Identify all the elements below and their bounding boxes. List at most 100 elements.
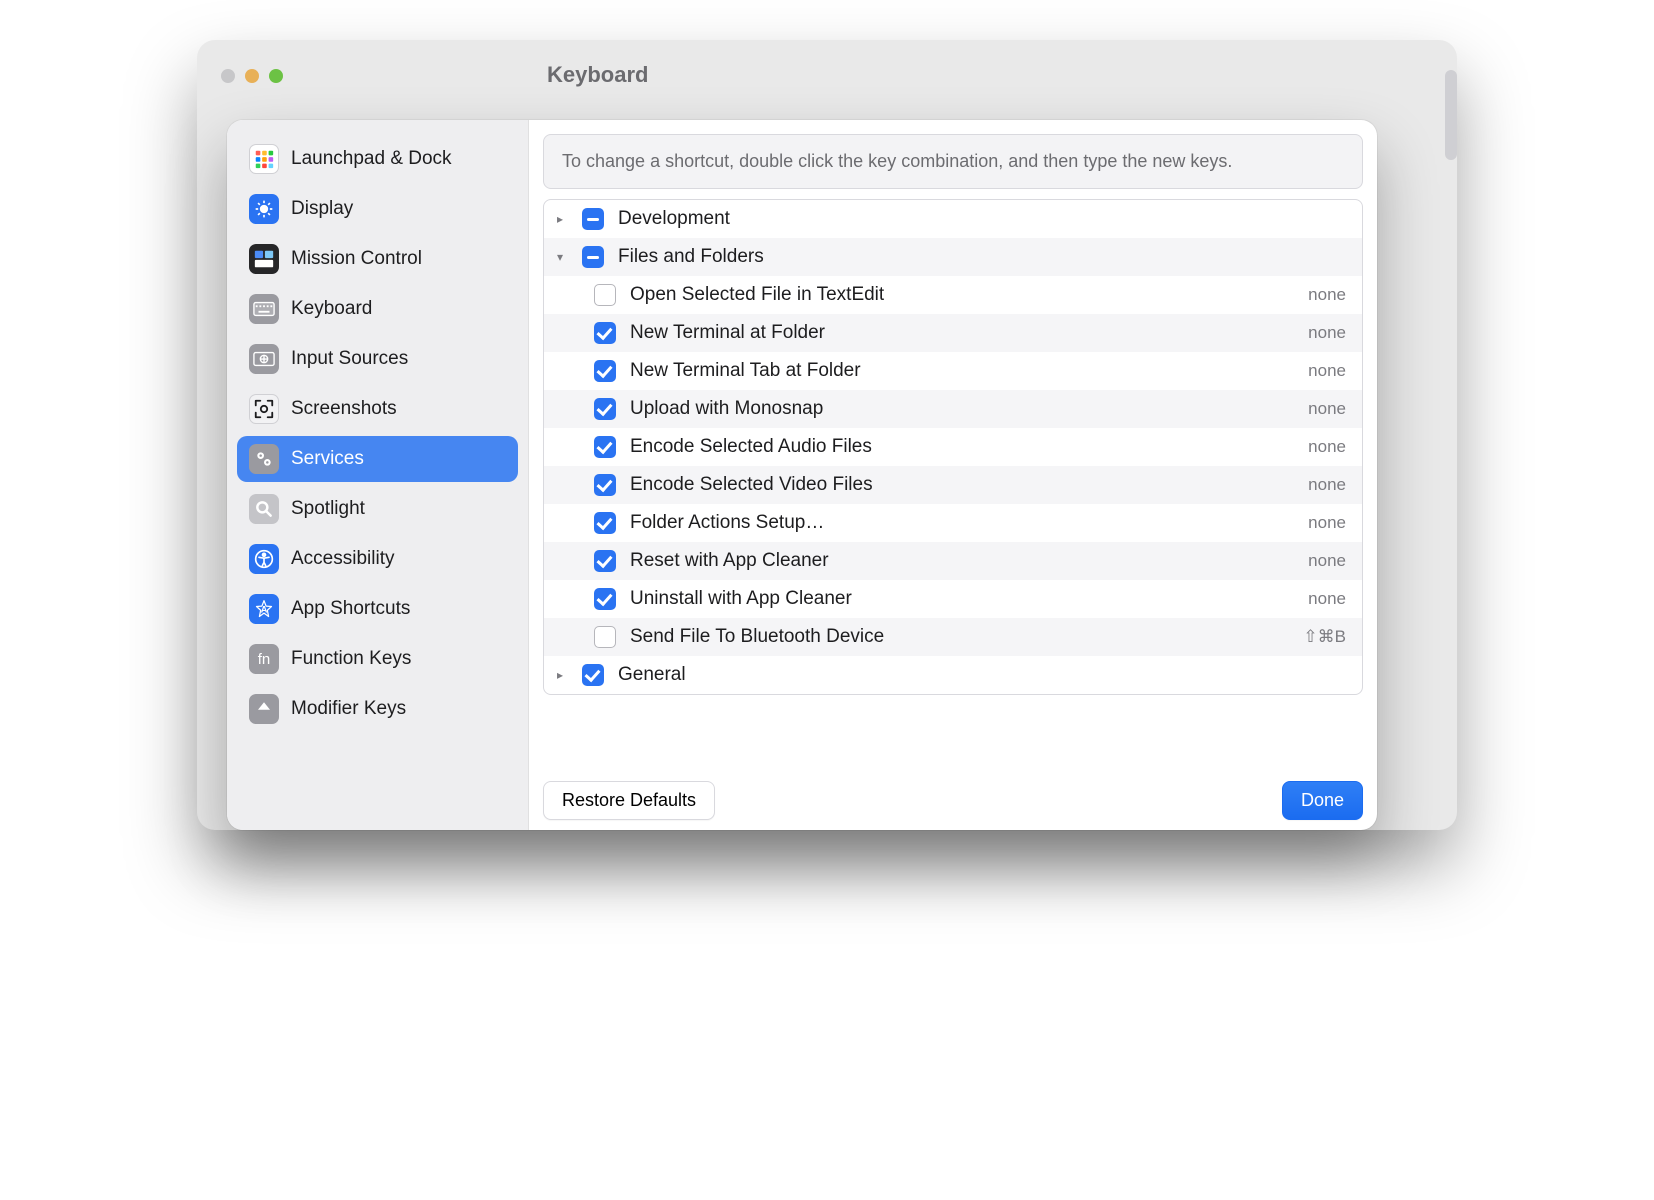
category-label: Development — [618, 208, 1346, 230]
sidebar-item-label: Services — [291, 448, 364, 470]
category-row[interactable]: ▸ Development — [544, 200, 1362, 238]
service-shortcut[interactable]: none — [1308, 475, 1346, 495]
content-pane: To change a shortcut, double click the k… — [529, 120, 1377, 830]
sidebar-item-label: Mission Control — [291, 248, 422, 270]
service-label: Reset with App Cleaner — [630, 550, 1294, 572]
mission-icon — [249, 244, 279, 274]
sidebar-item-spotlight[interactable]: Spotlight — [237, 486, 518, 532]
service-row[interactable]: Open Selected File in TextEdit none — [544, 276, 1362, 314]
keyboard-icon — [249, 294, 279, 324]
scroll-area: To change a shortcut, double click the k… — [529, 120, 1377, 770]
accessibility-icon — [249, 544, 279, 574]
sidebar-item-services[interactable]: Services — [237, 436, 518, 482]
service-row[interactable]: Upload with Monosnap none — [544, 390, 1362, 428]
category-checkbox[interactable] — [582, 246, 604, 268]
service-checkbox[interactable] — [594, 322, 616, 344]
sidebar-item-label: Accessibility — [291, 548, 394, 570]
fn-icon: fn — [249, 644, 279, 674]
sidebar-item-display[interactable]: Display — [237, 186, 518, 232]
service-label: Upload with Monosnap — [630, 398, 1294, 420]
scrollbar-thumb[interactable] — [1445, 70, 1457, 160]
service-row[interactable]: Send File To Bluetooth Device ⇧⌘B — [544, 618, 1362, 656]
sidebar-item-launchpad[interactable]: Launchpad & Dock — [237, 136, 518, 182]
category-row[interactable]: ▸ General — [544, 656, 1362, 694]
done-button[interactable]: Done — [1282, 781, 1363, 820]
sidebar-item-label: Spotlight — [291, 498, 365, 520]
helper-text: To change a shortcut, double click the k… — [543, 134, 1363, 189]
launchpad-icon — [249, 144, 279, 174]
service-row[interactable]: Reset with App Cleaner none — [544, 542, 1362, 580]
service-row[interactable]: New Terminal Tab at Folder none — [544, 352, 1362, 390]
service-checkbox[interactable] — [594, 474, 616, 496]
sidebar-item-accessibility[interactable]: Accessibility — [237, 536, 518, 582]
service-shortcut[interactable]: none — [1308, 551, 1346, 571]
sidebar-item-label: Display — [291, 198, 353, 220]
chevron-right-icon[interactable]: ▸ — [552, 212, 568, 226]
shortcut-list: ▸ Development ▾ Files and Folders Open S… — [543, 199, 1363, 695]
service-checkbox[interactable] — [594, 588, 616, 610]
category-row[interactable]: ▾ Files and Folders — [544, 238, 1362, 276]
display-icon — [249, 194, 279, 224]
category-checkbox[interactable] — [582, 664, 604, 686]
service-row[interactable]: Folder Actions Setup… none — [544, 504, 1362, 542]
service-row[interactable]: New Terminal at Folder none — [544, 314, 1362, 352]
sidebar-item-label: Launchpad & Dock — [291, 148, 452, 170]
sidebar-item-input[interactable]: Input Sources — [237, 336, 518, 382]
service-checkbox[interactable] — [594, 436, 616, 458]
screenshot-icon — [249, 394, 279, 424]
service-row[interactable]: Encode Selected Audio Files none — [544, 428, 1362, 466]
service-shortcut[interactable]: none — [1308, 361, 1346, 381]
service-row[interactable]: Encode Selected Video Files none — [544, 466, 1362, 504]
service-checkbox[interactable] — [594, 512, 616, 534]
service-checkbox[interactable] — [594, 360, 616, 382]
service-shortcut[interactable]: none — [1308, 323, 1346, 343]
maximize-button[interactable] — [269, 69, 283, 83]
sidebar-item-screenshot[interactable]: Screenshots — [237, 386, 518, 432]
category-label: General — [618, 664, 1346, 686]
restore-defaults-button[interactable]: Restore Defaults — [543, 781, 715, 820]
service-label: New Terminal Tab at Folder — [630, 360, 1294, 382]
sidebar-item-label: Screenshots — [291, 398, 397, 420]
sidebar-item-mission[interactable]: Mission Control — [237, 236, 518, 282]
service-shortcut[interactable]: none — [1308, 285, 1346, 305]
sidebar-item-label: App Shortcuts — [291, 598, 410, 620]
service-shortcut[interactable]: ⇧⌘B — [1303, 627, 1346, 647]
sidebar-item-fn[interactable]: fn Function Keys — [237, 636, 518, 682]
service-shortcut[interactable]: none — [1308, 437, 1346, 457]
service-checkbox[interactable] — [594, 626, 616, 648]
close-button[interactable] — [221, 69, 235, 83]
service-label: Send File To Bluetooth Device — [630, 626, 1289, 648]
service-shortcut[interactable]: none — [1308, 399, 1346, 419]
shortcuts-sheet: Launchpad & Dock Display Mission Control… — [227, 120, 1377, 830]
category-label: Files and Folders — [618, 246, 1346, 268]
service-label: Folder Actions Setup… — [630, 512, 1294, 534]
spotlight-icon — [249, 494, 279, 524]
appshort-icon: A — [249, 594, 279, 624]
sidebar-item-label: Function Keys — [291, 648, 411, 670]
service-label: Open Selected File in TextEdit — [630, 284, 1294, 306]
service-checkbox[interactable] — [594, 284, 616, 306]
service-label: Encode Selected Video Files — [630, 474, 1294, 496]
service-shortcut[interactable]: none — [1308, 589, 1346, 609]
sidebar-item-appshort[interactable]: A App Shortcuts — [237, 586, 518, 632]
sidebar-item-label: Modifier Keys — [291, 698, 406, 720]
service-checkbox[interactable] — [594, 550, 616, 572]
service-label: Uninstall with App Cleaner — [630, 588, 1294, 610]
service-row[interactable]: Uninstall with App Cleaner none — [544, 580, 1362, 618]
service-label: New Terminal at Folder — [630, 322, 1294, 344]
category-checkbox[interactable] — [582, 208, 604, 230]
titlebar — [197, 40, 1457, 112]
services-icon — [249, 444, 279, 474]
sidebar-item-label: Input Sources — [291, 348, 408, 370]
chevron-right-icon[interactable]: ▸ — [552, 668, 568, 682]
traffic-lights — [221, 69, 283, 83]
sidebar-item-label: Keyboard — [291, 298, 372, 320]
minimize-button[interactable] — [245, 69, 259, 83]
chevron-down-icon[interactable]: ▾ — [552, 250, 568, 264]
sidebar-item-keyboard[interactable]: Keyboard — [237, 286, 518, 332]
sidebar: Launchpad & Dock Display Mission Control… — [227, 120, 529, 830]
service-shortcut[interactable]: none — [1308, 513, 1346, 533]
input-icon — [249, 344, 279, 374]
sidebar-item-modifier[interactable]: Modifier Keys — [237, 686, 518, 732]
service-checkbox[interactable] — [594, 398, 616, 420]
